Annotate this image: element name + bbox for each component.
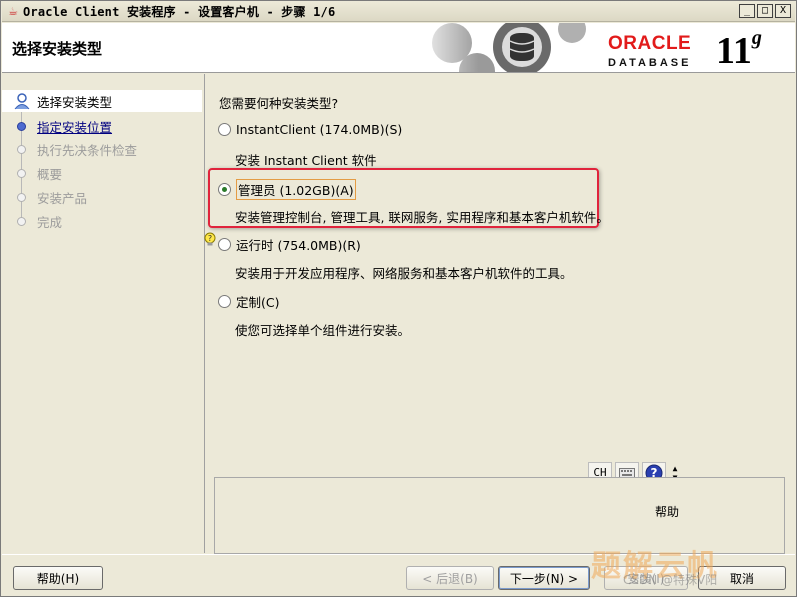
option-administrator[interactable]: 管理员 (1.02GB)(A) — [218, 179, 356, 200]
step-dot-icon — [17, 216, 26, 226]
nav-step-label: 执行先决条件检查 — [37, 142, 138, 158]
radio-custom[interactable] — [218, 295, 231, 308]
maximize-button[interactable]: □ — [757, 4, 773, 18]
install-type-question: 您需要何种安装类型? — [219, 96, 339, 111]
option-description: 安装 Instant Client 软件 — [235, 153, 377, 168]
window-controls: _ □ X — [739, 4, 791, 18]
oracle-brand: ORACLE — [608, 33, 692, 54]
window-title: Oracle Client 安装程序 - 设置客户机 - 步骤 1/6 — [23, 5, 336, 19]
option-label[interactable]: 定制(C) — [236, 292, 279, 311]
option-label[interactable]: 运行时 (754.0MB)(R) — [236, 235, 361, 254]
nav-step-summary: 概要 — [2, 162, 202, 184]
version-suffix: g — [751, 27, 762, 49]
java-app-icon: ☕ — [8, 5, 18, 18]
help-panel-label: 帮助 — [655, 505, 680, 519]
gears-graphic-icon — [412, 23, 602, 72]
lightbulb-hint-icon: ? — [204, 232, 216, 246]
step-dot-icon — [17, 121, 26, 131]
step-navigation: 选择安装类型 指定安装位置 执行先决条件检查 概要 安装产品 完成 — [2, 74, 205, 553]
option-description: 安装管理控制台, 管理工具, 联网服务, 实用程序和基本客户机软件。 — [235, 210, 609, 225]
main-content: 您需要何种安装类型? InstantClient (174.0MB)(S) 安装… — [204, 74, 795, 554]
current-step-icon — [14, 93, 30, 110]
radio-runtime[interactable] — [218, 238, 231, 251]
version-number: 11 — [716, 30, 752, 72]
nav-step-install-product: 安装产品 — [2, 186, 202, 208]
close-button[interactable]: X — [775, 4, 791, 18]
option-label[interactable]: InstantClient (174.0MB)(S) — [236, 122, 402, 137]
back-button[interactable]: < 后退(B) — [406, 566, 494, 590]
step-dot-icon — [17, 192, 26, 202]
option-description: 安装用于开发应用程序、网络服务和基本客户机软件的工具。 — [235, 266, 573, 281]
help-button[interactable]: 帮助(H) — [13, 566, 103, 590]
radio-administrator[interactable] — [218, 183, 231, 196]
installer-window: ☕ Oracle Client 安装程序 - 设置客户机 - 步骤 1/6 _ … — [0, 0, 797, 597]
nav-step-label: 概要 — [37, 166, 63, 182]
step-dot-icon — [17, 144, 26, 154]
next-button[interactable]: 下一步(N) > — [498, 566, 590, 590]
watermark-text: CSDN @特殊V阳 — [623, 573, 718, 587]
option-runtime[interactable]: 运行时 (754.0MB)(R) — [218, 235, 361, 254]
step-dot-icon — [17, 168, 26, 178]
option-description: 使您可选择单个组件进行安装。 — [235, 323, 411, 338]
nav-step-prereq-check: 执行先决条件检查 — [2, 138, 202, 160]
nav-step-label: 选择安装类型 — [37, 94, 113, 110]
minimize-button[interactable]: _ — [739, 4, 755, 18]
option-custom[interactable]: 定制(C) — [218, 292, 279, 311]
version-logo: 11g — [716, 27, 762, 72]
option-label[interactable]: 管理员 (1.02GB)(A) — [236, 179, 356, 200]
radio-instantclient[interactable] — [218, 123, 231, 136]
nav-step-finish: 完成 — [2, 210, 202, 232]
nav-step-install-location[interactable]: 指定安装位置 — [2, 115, 202, 137]
database-label: DATABASE — [608, 57, 692, 69]
nav-step-label: 安装产品 — [37, 190, 88, 206]
header-banner: 选择安装类型 ORACLE DATABASE 11g — [2, 23, 795, 73]
nav-step-label: 指定安装位置 — [37, 119, 113, 135]
option-instantclient[interactable]: InstantClient (174.0MB)(S) — [218, 122, 402, 137]
page-title: 选择安装类型 — [12, 40, 103, 58]
nav-step-label: 完成 — [37, 214, 63, 230]
nav-step-install-type[interactable]: 选择安装类型 — [2, 90, 202, 112]
oracle-logo: ORACLE DATABASE — [608, 33, 691, 69]
svg-text:?: ? — [208, 234, 212, 243]
title-bar: ☕ Oracle Client 安装程序 - 设置客户机 - 步骤 1/6 _ … — [2, 2, 795, 22]
